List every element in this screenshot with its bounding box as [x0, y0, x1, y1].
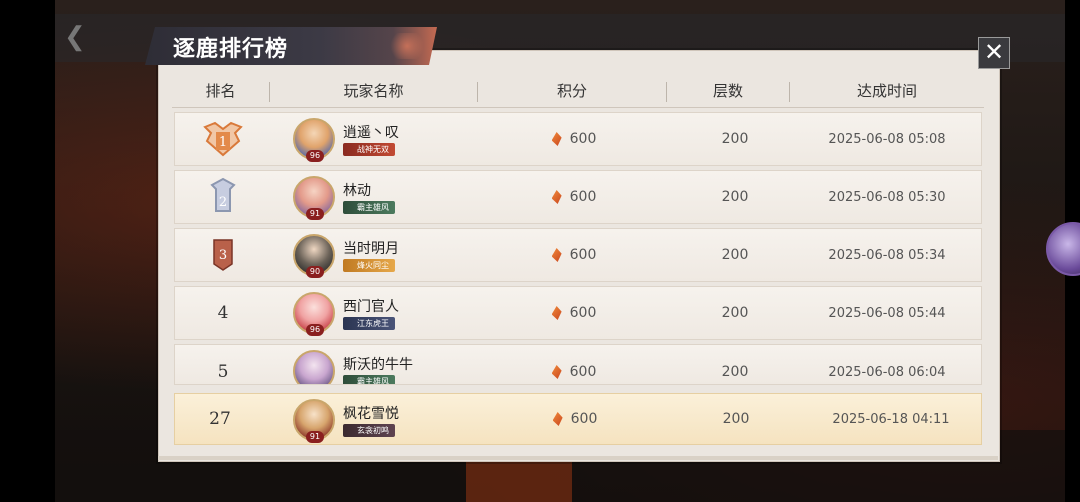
header-rank: 排名: [205, 82, 236, 100]
score-value: 600: [569, 305, 597, 321]
header-floors: 层数: [712, 82, 743, 100]
time-value: 2025-06-18 04:11: [832, 411, 950, 427]
floors-value: 200: [721, 189, 749, 205]
time-cell: 2025-06-08 05:34: [791, 229, 983, 281]
score-value: 600: [570, 411, 598, 427]
score-cell: 600: [480, 345, 668, 384]
floors-value: 200: [722, 411, 750, 427]
score-cell: 600: [480, 287, 668, 339]
time-cell: 2025-06-08 05:30: [791, 171, 983, 223]
level-badge: 96: [306, 324, 324, 336]
floors-cell: 200: [669, 287, 801, 339]
score-cell: 600: [480, 229, 668, 281]
floors-value: 200: [721, 364, 749, 380]
floors-cell: 200: [669, 113, 801, 165]
time-value: 2025-06-08 05:30: [828, 189, 946, 205]
svg-text:1: 1: [219, 135, 227, 150]
back-arrow-icon: ❮: [64, 22, 86, 52]
score-gem-icon: [551, 365, 562, 379]
table-row[interactable]: 4 96 西门官人 江东虎王 600 200 2025-06-08 05:44: [174, 286, 982, 340]
floors-cell: 200: [669, 171, 801, 223]
bronze-rank-icon: 3: [213, 239, 233, 271]
player-name: 逍遥丶叹: [343, 125, 399, 141]
table-row[interactable]: 2 91 林动 霸主雄风 600 200 2025-06-08 05:30: [174, 170, 982, 224]
floors-cell: 200: [669, 394, 803, 444]
player-name: 林动: [343, 183, 371, 199]
score-cell: 600: [480, 394, 670, 444]
table-row[interactable]: 1 96 逍遥丶叹 战神无双 600 200 2025-06-08 05:08: [174, 112, 982, 166]
svg-text:2: 2: [219, 195, 227, 210]
my-rank-row[interactable]: 27 91 枫花雪悦 玄衾初鸣 600 200 2025-06-18 04:11: [174, 393, 982, 445]
rank-cell: 4: [175, 287, 271, 339]
player-title-tag: 霸主雄风: [343, 201, 395, 214]
level-badge: 90: [306, 266, 324, 278]
time-cell: 2025-06-08 06:04: [791, 345, 981, 384]
header-underline: [172, 107, 984, 108]
avatar[interactable]: [293, 350, 335, 384]
score-cell: 600: [480, 171, 668, 223]
score-value: 600: [569, 364, 597, 380]
score-cell: 600: [480, 113, 668, 165]
player-name: 西门官人: [343, 299, 399, 315]
time-cell: 2025-06-08 05:44: [791, 287, 983, 339]
time-value: 2025-06-08 05:44: [828, 305, 946, 321]
rank-cell: 5: [175, 345, 271, 384]
level-badge: 91: [306, 431, 324, 443]
floors-value: 200: [721, 131, 749, 147]
rank-number: 27: [209, 409, 231, 429]
time-value: 2025-06-08 06:04: [828, 364, 946, 380]
time-value: 2025-06-08 05:08: [828, 131, 946, 147]
time-value: 2025-06-08 05:34: [828, 247, 946, 263]
table-row[interactable]: 3 90 当时明月 烽火同尘 600 200 2025-06-08 05:34: [174, 228, 982, 282]
player-title-tag: 战神无双: [343, 143, 395, 156]
score-gem-icon: [551, 306, 562, 320]
score-value: 600: [569, 131, 597, 147]
table-row[interactable]: 5 斯沃的牛牛 霸主雄风 600 200 2025-06-08 06:04: [174, 344, 982, 385]
player-name: 当时明月: [343, 241, 399, 257]
rank-cell: 3: [175, 229, 271, 281]
floors-cell: 200: [669, 345, 801, 384]
score-gem-icon: [551, 248, 562, 262]
close-button[interactable]: ✕: [978, 37, 1010, 69]
time-cell: 2025-06-18 04:11: [791, 394, 991, 444]
player-title-tag: 玄衾初鸣: [343, 424, 395, 437]
rank-number: 5: [217, 362, 229, 382]
silver-rank-icon: 2: [210, 177, 236, 212]
table-header: 排名 玩家名称 积分 层数 达成时间: [172, 76, 984, 106]
score-gem-icon: [552, 412, 563, 426]
gold-rank-icon: 1: [203, 121, 243, 157]
floors-value: 200: [721, 305, 749, 321]
header-score: 积分: [556, 82, 587, 100]
rank-number: 4: [217, 303, 229, 323]
player-title-tag: 霸主雄风: [343, 375, 395, 384]
player-name: 斯沃的牛牛: [343, 357, 413, 373]
leaderboard-title: 逐鹿排行榜: [173, 36, 289, 62]
level-badge: 91: [306, 208, 324, 220]
header-time: 达成时间: [856, 82, 917, 100]
rank-cell: 1: [175, 113, 271, 165]
score-value: 600: [569, 247, 597, 263]
header-player: 玩家名称: [343, 82, 404, 100]
player-title-tag: 江东虎王: [343, 317, 395, 330]
score-gem-icon: [551, 190, 562, 204]
rank-cell: 27: [175, 394, 265, 444]
rank-cell: 2: [175, 171, 271, 223]
floors-cell: 200: [669, 229, 801, 281]
screen-left-edge: [0, 0, 55, 502]
level-badge: 96: [306, 150, 324, 162]
panel-bottom-strip: [158, 456, 998, 460]
player-title-tag: 烽火同尘: [343, 259, 395, 272]
score-gem-icon: [551, 132, 562, 146]
floors-value: 200: [721, 247, 749, 263]
svg-text:3: 3: [219, 248, 227, 263]
player-name: 枫花雪悦: [343, 406, 399, 422]
score-value: 600: [569, 189, 597, 205]
time-cell: 2025-06-08 05:08: [791, 113, 983, 165]
